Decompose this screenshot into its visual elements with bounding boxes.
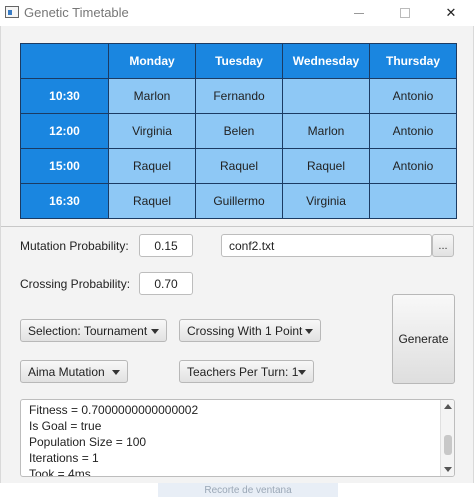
- minimize-button[interactable]: [336, 2, 382, 24]
- timetable-cell: Guillermo: [195, 183, 283, 219]
- window-title: Genetic Timetable: [24, 5, 129, 20]
- log-lines: Fitness = 0.7000000000000002 Is Goal = t…: [29, 402, 199, 477]
- timetable-area: Monday Tuesday Wednesday Thursday 10:30 …: [1, 26, 473, 226]
- section-divider: [1, 226, 473, 227]
- scroll-thumb[interactable]: [444, 435, 452, 455]
- crossing-probability-input[interactable]: 0.70: [139, 272, 193, 295]
- timetable-cell: Antonio: [369, 148, 457, 184]
- day-header-thursday: Thursday: [369, 43, 457, 79]
- chevron-down-icon: [298, 370, 306, 375]
- log-line: Population Size = 100: [29, 435, 147, 449]
- timetable-cell: Raquel: [195, 148, 283, 184]
- timetable-row: 12:00 Virginia Belen Marlon Antonio: [20, 113, 457, 149]
- snip-window-tab[interactable]: Recorte de ventana: [158, 483, 338, 497]
- day-header-tuesday: Tuesday: [195, 43, 283, 79]
- time-slot: 15:00: [20, 148, 109, 184]
- crossing-probability-label: Crossing Probability:: [20, 277, 131, 291]
- scroll-down-icon[interactable]: [444, 467, 452, 472]
- generate-button[interactable]: Generate: [392, 294, 455, 384]
- chevron-down-icon: [151, 329, 159, 334]
- timetable-row: 16:30 Raquel Guillermo Virginia: [20, 183, 457, 219]
- timetable-cell: Raquel: [108, 183, 196, 219]
- timetable-cell: Marlon: [282, 113, 370, 149]
- timetable-cell: Marlon: [108, 78, 196, 114]
- main-panel: Monday Tuesday Wednesday Thursday 10:30 …: [0, 26, 474, 483]
- chevron-down-icon: [305, 329, 313, 334]
- timetable-corner: [20, 43, 109, 79]
- output-log[interactable]: Fitness = 0.7000000000000002 Is Goal = t…: [20, 399, 455, 477]
- mutation-combo-label: Aima Mutation: [28, 364, 105, 379]
- timetable-row: 10:30 Marlon Fernando Antonio: [20, 78, 457, 114]
- log-line: Is Goal = true: [29, 419, 102, 433]
- timetable-cell: [282, 78, 370, 114]
- timetable-cell: Antonio: [369, 78, 457, 114]
- teachers-per-turn-combo[interactable]: Teachers Per Turn: 1: [179, 360, 314, 383]
- crossing-combo[interactable]: Crossing With 1 Point: [179, 319, 321, 342]
- timetable-cell: Raquel: [282, 148, 370, 184]
- log-line: Iterations = 1: [29, 451, 99, 465]
- timetable-cell: Raquel: [108, 148, 196, 184]
- timetable-cell: Virginia: [282, 183, 370, 219]
- timetable-row: 15:00 Raquel Raquel Raquel Antonio: [20, 148, 457, 184]
- timetable-cell: Belen: [195, 113, 283, 149]
- close-button[interactable]: ✕: [428, 2, 474, 24]
- mutation-probability-input[interactable]: 0.15: [139, 234, 193, 257]
- maximize-icon: [400, 8, 410, 18]
- selection-combo-label: Selection: Tournament: [28, 323, 148, 338]
- teachers-combo-label: Teachers Per Turn: 1: [187, 364, 299, 379]
- minimize-icon: [354, 12, 364, 14]
- log-line: Fitness = 0.7000000000000002: [29, 403, 199, 417]
- selection-combo[interactable]: Selection: Tournament: [20, 319, 167, 342]
- log-line: Took = 4ms.: [29, 467, 95, 477]
- browse-file-button[interactable]: ...: [432, 234, 454, 257]
- timetable-header-row: Monday Tuesday Wednesday Thursday: [20, 43, 457, 79]
- timetable-cell: Fernando: [195, 78, 283, 114]
- app-icon: [5, 6, 19, 18]
- timetable-cell: Virginia: [108, 113, 196, 149]
- time-slot: 10:30: [20, 78, 109, 114]
- timetable-cell: Antonio: [369, 113, 457, 149]
- chevron-down-icon: [112, 370, 120, 375]
- mutation-probability-label: Mutation Probability:: [20, 239, 129, 253]
- config-file-input[interactable]: conf2.txt: [221, 234, 432, 257]
- title-bar: Genetic Timetable ✕: [0, 0, 474, 26]
- mutation-combo[interactable]: Aima Mutation: [20, 360, 128, 383]
- time-slot: 16:30: [20, 183, 109, 219]
- day-header-monday: Monday: [108, 43, 196, 79]
- day-header-wednesday: Wednesday: [282, 43, 370, 79]
- scroll-up-icon[interactable]: [444, 404, 452, 409]
- maximize-button[interactable]: [382, 2, 428, 24]
- time-slot: 12:00: [20, 113, 109, 149]
- timetable-grid: Monday Tuesday Wednesday Thursday 10:30 …: [20, 43, 457, 219]
- log-scrollbar[interactable]: [440, 400, 454, 476]
- timetable-cell: [369, 183, 457, 219]
- crossing-combo-label: Crossing With 1 Point: [187, 323, 303, 338]
